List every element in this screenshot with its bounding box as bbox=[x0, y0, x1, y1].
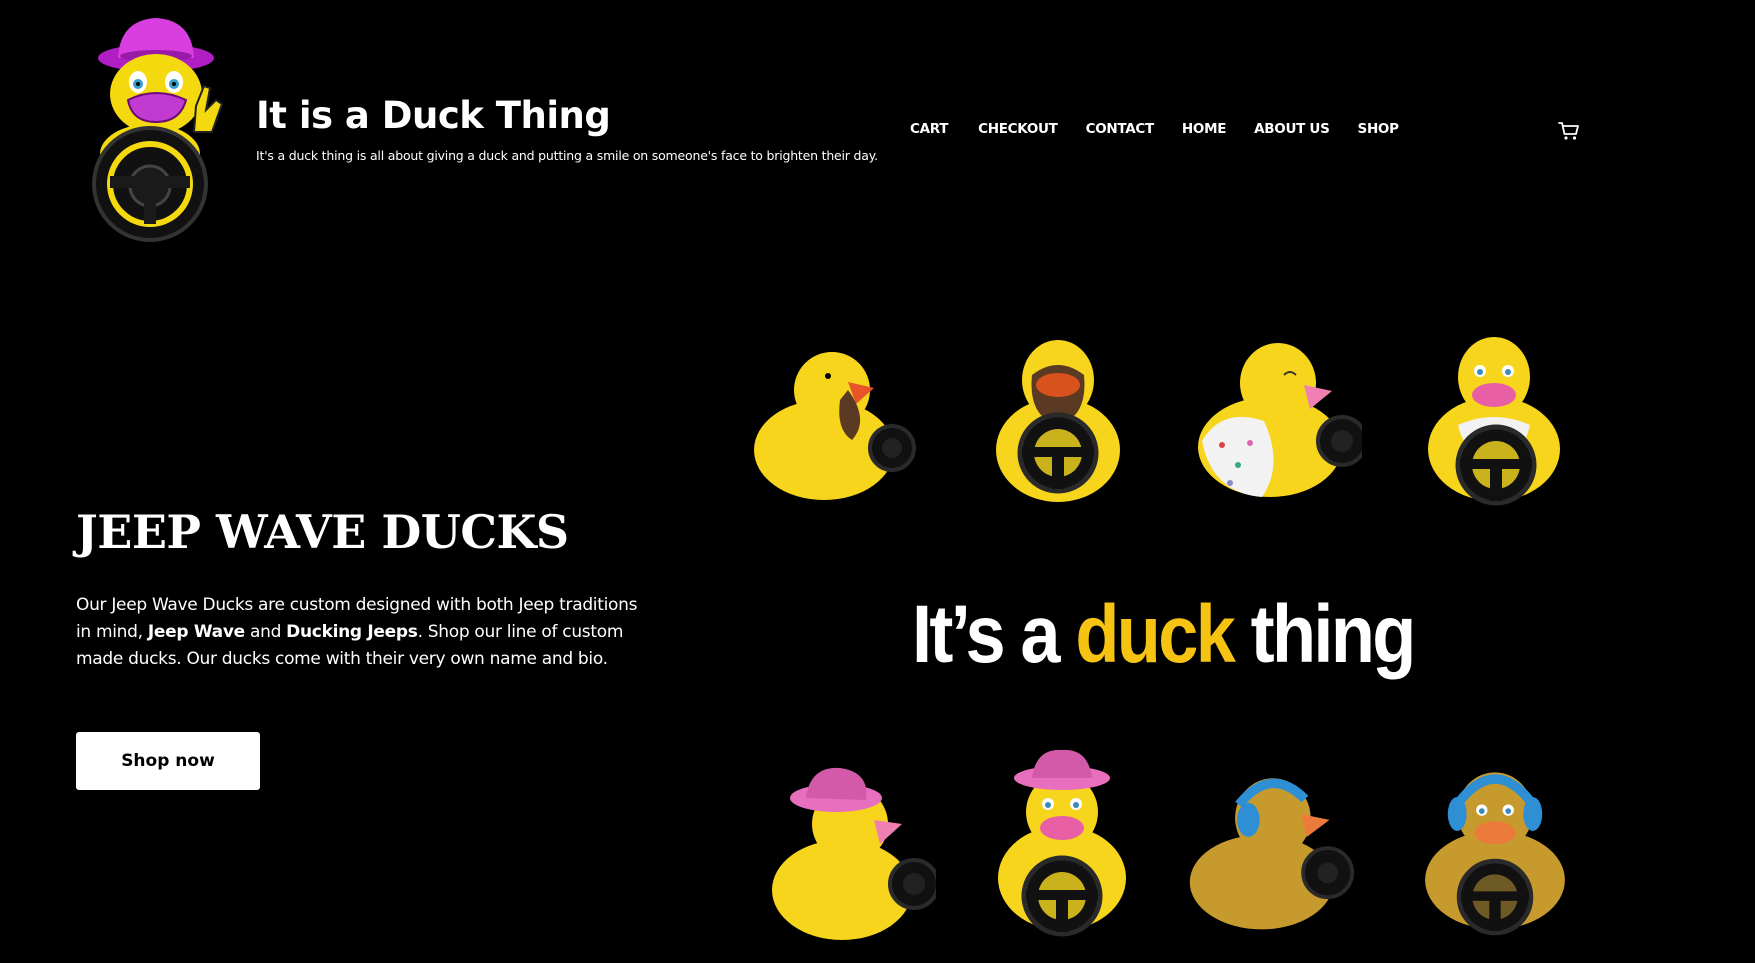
hero-description: Our Jeep Wave Ducks are custom designed … bbox=[76, 592, 656, 673]
nav-item-cart[interactable]: CART bbox=[910, 121, 948, 137]
duck-image-dress-side bbox=[1198, 343, 1362, 497]
duck-image-bearded-front bbox=[996, 340, 1120, 502]
duck-image-gold-headphones-front bbox=[1425, 772, 1565, 936]
hero-text-ducking-jeeps: Ducking Jeeps bbox=[286, 622, 418, 642]
duck-image-gold-headphones-side bbox=[1189, 778, 1355, 930]
slogan-part2: thing bbox=[1233, 589, 1417, 680]
slogan-highlight-duck: duck bbox=[1075, 589, 1236, 680]
nav-item-home[interactable]: HOME bbox=[1182, 121, 1227, 137]
duck-image-bearded-side bbox=[754, 352, 916, 500]
main-nav: CART CHECKOUT CONTACT HOME ABOUT US SHOP bbox=[910, 121, 1399, 137]
duck-image-dress-front bbox=[1428, 337, 1560, 506]
site-logo[interactable] bbox=[76, 14, 232, 244]
hero-text-jeep-wave: Jeep Wave bbox=[147, 622, 245, 642]
cart-icon[interactable] bbox=[1558, 121, 1580, 141]
hero-text-and: and bbox=[244, 622, 287, 642]
duck-image-pink-hat-front bbox=[998, 749, 1126, 937]
duck-image-pink-hat-side bbox=[772, 767, 936, 940]
hero-heading: JEEP WAVE DUCKS bbox=[76, 505, 569, 559]
duck-thing-slogan: It’s a duck thing bbox=[912, 588, 1417, 682]
slogan-part1: It’s a bbox=[912, 589, 1076, 680]
nav-item-shop[interactable]: SHOP bbox=[1358, 121, 1400, 137]
nav-item-about-us[interactable]: ABOUT US bbox=[1254, 121, 1330, 137]
nav-item-contact[interactable]: CONTACT bbox=[1086, 121, 1155, 137]
shop-now-button[interactable]: Shop now bbox=[76, 732, 260, 790]
site-tagline: It's a duck thing is all about giving a … bbox=[256, 148, 878, 163]
site-title[interactable]: It is a Duck Thing bbox=[256, 94, 611, 137]
nav-item-checkout[interactable]: CHECKOUT bbox=[978, 121, 1058, 137]
